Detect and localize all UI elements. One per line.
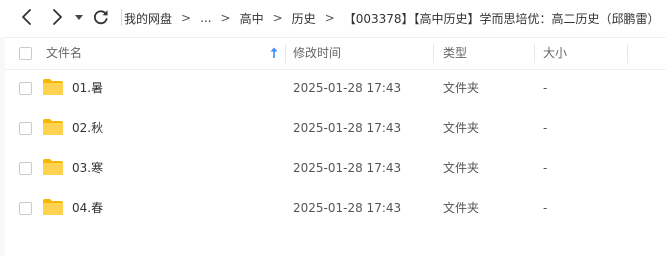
caret-down-icon <box>75 15 83 20</box>
table-header: 文件名 修改时间 类型 大小 <box>5 37 666 70</box>
modified-time: 2025-01-28 17:43 <box>293 201 402 215</box>
column-divider[interactable] <box>627 44 628 63</box>
back-button[interactable] <box>16 6 38 28</box>
chevron-left-icon <box>22 9 31 25</box>
folder-icon <box>43 79 63 95</box>
column-header-type[interactable]: 类型 <box>443 38 467 69</box>
file-type: 文件夹 <box>443 161 480 175</box>
breadcrumb-item-high-school[interactable]: 高中 <box>238 10 266 27</box>
breadcrumb-item-history[interactable]: 历史 <box>290 10 318 27</box>
breadcrumb-ellipsis[interactable]: ... <box>198 11 213 25</box>
modified-time: 2025-01-28 17:43 <box>293 121 402 135</box>
table-row[interactable]: 03.寒 2025-01-28 17:43 文件夹 - <box>5 148 666 188</box>
column-divider[interactable] <box>433 44 434 63</box>
breadcrumb-item-my-drive[interactable]: 我的网盘 <box>122 10 174 27</box>
breadcrumb-separator-icon: > <box>324 11 335 25</box>
row-checkbox[interactable] <box>19 122 32 135</box>
table-row[interactable]: 04.春 2025-01-28 17:43 文件夹 - <box>5 188 666 228</box>
row-checkbox[interactable] <box>19 202 32 215</box>
file-name[interactable]: 04.春 <box>72 188 103 228</box>
sort-ascending-icon[interactable] <box>270 47 278 62</box>
row-checkbox[interactable] <box>19 82 32 95</box>
history-dropdown-button[interactable] <box>72 6 86 28</box>
column-header-modified[interactable]: 修改时间 <box>293 38 341 69</box>
table-row[interactable]: 02.秋 2025-01-28 17:43 文件夹 - <box>5 108 666 148</box>
file-type: 文件夹 <box>443 201 480 215</box>
breadcrumb-separator-icon: > <box>272 11 283 25</box>
breadcrumb: 我的网盘 > ... > 高中 > 历史 > 【003378】【高中历史】学而思… <box>122 8 666 28</box>
breadcrumb-separator-icon: > <box>181 11 192 25</box>
file-type: 文件夹 <box>443 121 480 135</box>
row-checkbox[interactable] <box>19 162 32 175</box>
column-header-size[interactable]: 大小 <box>543 38 567 69</box>
folder-icon <box>43 159 63 175</box>
file-size: - <box>543 81 548 95</box>
folder-icon <box>43 199 63 215</box>
breadcrumb-item-current-folder[interactable]: 【003378】【高中历史】学而思培优：高二历史（邱鹏雷） <box>342 10 662 27</box>
file-size: - <box>543 121 548 135</box>
file-type: 文件夹 <box>443 81 480 95</box>
modified-time: 2025-01-28 17:43 <box>293 81 402 95</box>
refresh-icon <box>93 10 108 25</box>
file-size: - <box>543 161 548 175</box>
breadcrumb-separator-icon: > <box>220 11 231 25</box>
select-all-checkbox[interactable] <box>19 47 32 60</box>
table-row[interactable]: 01.暑 2025-01-28 17:43 文件夹 - <box>5 68 666 108</box>
file-name[interactable]: 02.秋 <box>72 108 103 148</box>
file-name[interactable]: 01.暑 <box>72 68 103 108</box>
file-name[interactable]: 03.寒 <box>72 148 103 188</box>
column-divider[interactable] <box>534 44 535 63</box>
column-header-name[interactable]: 文件名 <box>46 38 82 69</box>
file-size: - <box>543 201 548 215</box>
chevron-right-icon <box>53 9 62 25</box>
refresh-button[interactable] <box>90 6 112 28</box>
folder-icon <box>43 119 63 135</box>
toolbar: 我的网盘 > ... > 高中 > 历史 > 【003378】【高中历史】学而思… <box>0 0 666 36</box>
forward-button[interactable] <box>46 6 68 28</box>
column-divider[interactable] <box>285 44 286 63</box>
modified-time: 2025-01-28 17:43 <box>293 161 402 175</box>
